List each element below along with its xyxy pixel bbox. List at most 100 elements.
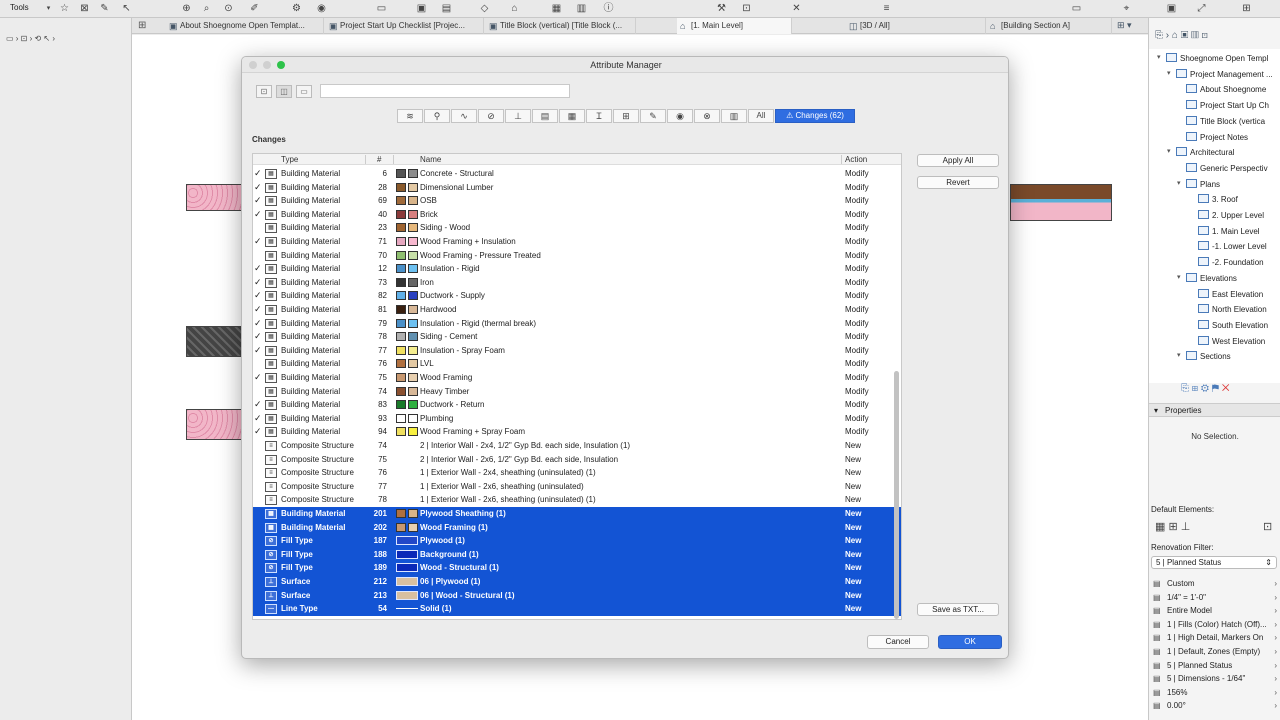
table-row[interactable]: ✓ ▦ Building Material 93 Plumbing Modify xyxy=(253,412,901,426)
view-right-panel-icon[interactable]: ▭ xyxy=(296,85,312,98)
quick-option-row[interactable]: ▤ 1 | Default, Zones (Empty) › xyxy=(1149,645,1280,659)
filter-composite-icon[interactable]: ⊥ xyxy=(505,109,531,123)
measure-icon[interactable]: ⚒ xyxy=(715,2,728,15)
ok-button[interactable]: OK xyxy=(938,635,1002,649)
filter-fill-icon[interactable]: ⊘ xyxy=(478,109,504,123)
cancel-button[interactable]: Cancel xyxy=(867,635,929,649)
tools-menu[interactable]: Tools xyxy=(10,3,29,12)
checkmark-icon[interactable]: ✓ xyxy=(254,167,263,181)
tree-expand-arrow-icon[interactable]: ▾ xyxy=(1177,351,1181,359)
wall-insulated-left[interactable] xyxy=(186,184,242,211)
table-row[interactable]: ▦ Building Material 201 Plywood Sheathing (… xyxy=(253,507,901,521)
filter-markup-icon[interactable]: ✎ xyxy=(640,109,666,123)
navigator-item[interactable]: East Elevation xyxy=(1198,287,1263,302)
delete-icon[interactable]: ✕ xyxy=(1222,383,1230,394)
checkmark-icon[interactable]: ✓ xyxy=(254,181,263,195)
table-row[interactable]: ✓ ▦ Building Material 77 Insulation - Spray … xyxy=(253,344,901,358)
document-icon[interactable]: ▣ xyxy=(415,2,428,15)
table-row[interactable]: ✓ ▦ Building Material 12 Insulation - Rigid M… xyxy=(253,262,901,276)
default-elements-icon[interactable]: ▦ ⊞ ⊥ xyxy=(1155,520,1190,533)
table-row[interactable]: ≡ Composite Structure 76 1 | Exterior Wall … xyxy=(253,466,901,480)
tab-3d-all[interactable]: ◫ [3D / All] xyxy=(846,18,986,34)
navigator-item[interactable]: About Shoegnome xyxy=(1186,82,1266,97)
checkmark-icon[interactable]: ✓ xyxy=(254,371,263,385)
filter-mep-icon[interactable]: ▥ xyxy=(721,109,747,123)
table-row[interactable]: ▦ Building Material 70 Wood Framing - Press… xyxy=(253,249,901,263)
renovation-filter-select[interactable]: 5 | Planned Status ⇕ xyxy=(1151,556,1277,569)
tree-expand-arrow-icon[interactable]: ▾ xyxy=(1177,179,1181,187)
table-row[interactable]: — Line Type 54 Solid (1) New xyxy=(253,602,901,616)
dropdown-arrow-icon[interactable]: ▾ xyxy=(42,2,55,15)
checkmark-icon[interactable]: ✓ xyxy=(254,276,263,290)
quick-option-row[interactable]: ▤ 1 | High Detail, Markers On › xyxy=(1149,631,1280,645)
navigator-item[interactable]: Plans xyxy=(1186,177,1220,192)
wall-insulated-bottom[interactable] xyxy=(186,409,242,440)
tab-project-start-up[interactable]: ▣ Project Start Up Checklist [Projec... xyxy=(326,18,484,34)
table-row[interactable]: ▦ Building Material 202 Wood Framing (1) New xyxy=(253,520,901,535)
magic-wand-icon[interactable]: ⚙ xyxy=(290,2,303,15)
quick-option-row[interactable]: ▤ 5 | Dimensions - 1/64" › xyxy=(1149,672,1280,686)
quick-option-row[interactable]: ▤ 5 | Planned Status › xyxy=(1149,659,1280,673)
layers-icon[interactable]: ▭ xyxy=(375,2,388,15)
navigator-item[interactable]: 3. Roof xyxy=(1198,192,1238,207)
navigator-item[interactable]: 1. Main Level xyxy=(1198,224,1260,239)
properties-header[interactable]: ▾ Properties xyxy=(1149,403,1280,417)
tab-overflow-icon[interactable]: ⊞ ▾ xyxy=(1117,20,1132,31)
checkmark-icon[interactable]: ✓ xyxy=(254,317,263,331)
view-single-panel-icon[interactable]: ⊡ xyxy=(256,85,272,98)
table-row[interactable]: ✓ ▦ Building Material 78 Siding - Cement Modi… xyxy=(253,330,901,344)
checkmark-icon[interactable]: ✓ xyxy=(254,208,263,222)
table-row[interactable]: ▦ Building Material 23 Siding - Wood Modify xyxy=(253,221,901,235)
select-arrow-icon[interactable]: ↖ xyxy=(120,2,133,15)
navigator-item[interactable]: Project Notes xyxy=(1186,130,1248,145)
column-type[interactable]: Type xyxy=(281,154,298,165)
column-action[interactable]: Action xyxy=(845,154,867,165)
checkmark-icon[interactable]: ✓ xyxy=(254,194,263,208)
star-icon[interactable]: ☆ xyxy=(58,2,71,15)
apply-all-button[interactable]: Apply All xyxy=(917,154,999,167)
navigator-item[interactable]: Elevations xyxy=(1186,271,1237,286)
checkmark-icon[interactable]: ✓ xyxy=(254,235,263,249)
checkmark-icon[interactable]: ✓ xyxy=(254,289,263,303)
resize-icon[interactable]: ⤢ xyxy=(1195,2,1208,15)
table-row[interactable]: ✓ ▦ Building Material 75 Wood Framing Modify xyxy=(253,371,901,385)
filter-profile-icon[interactable]: ▤ xyxy=(532,109,558,123)
navigator-item[interactable]: Generic Perspectiv xyxy=(1186,161,1268,176)
frame-icon[interactable]: ▭ xyxy=(1070,2,1083,15)
quick-option-row[interactable]: ▤ 156% › xyxy=(1149,686,1280,700)
filter-all-button[interactable]: All xyxy=(748,109,774,123)
table-row[interactable]: ✓ ▦ Building Material 71 Wood Framing + Insu… xyxy=(253,235,901,249)
table-row[interactable]: ✓ ▦ Building Material 94 Wood Framing + Spra… xyxy=(253,425,901,439)
quick-option-row[interactable]: ▤ Custom › xyxy=(1149,577,1280,591)
checkmark-icon[interactable]: ✓ xyxy=(254,425,263,439)
navigator-item[interactable]: Shoegnome Open Templ xyxy=(1166,51,1268,66)
navigator-item[interactable]: Project Start Up Ch xyxy=(1186,98,1269,113)
settings-icon[interactable]: ⊡ xyxy=(1263,520,1272,533)
filter-changes-button[interactable]: ⚠ Changes (62) xyxy=(775,109,855,123)
table-row[interactable]: ≡ Composite Structure 77 1 | Exterior Wall … xyxy=(253,480,901,494)
filter-layers-icon[interactable]: ≋ xyxy=(397,109,423,123)
checkmark-icon[interactable]: ✓ xyxy=(254,262,263,276)
wall-hatched[interactable] xyxy=(186,326,242,357)
share-icon[interactable]: ⊕ xyxy=(180,2,193,15)
wall-insulated-right[interactable] xyxy=(1010,184,1112,221)
tree-expand-arrow-icon[interactable]: ▾ xyxy=(1167,147,1171,155)
table-row[interactable]: ▦ Building Material 74 Heavy Timber Modify xyxy=(253,385,901,399)
table-row[interactable]: ✓ ▦ Building Material 69 OSB Modify xyxy=(253,194,901,208)
table-scrollbar[interactable] xyxy=(894,371,899,619)
checkmark-icon[interactable]: ✓ xyxy=(254,330,263,344)
table-row[interactable]: ▦ Building Material 76 LVL Modify xyxy=(253,357,901,371)
navigator-item[interactable]: Architectural xyxy=(1176,145,1234,160)
filter-surface-icon[interactable]: ⊞ xyxy=(613,109,639,123)
table-row[interactable]: ⊘ Fill Type 189 Wood - Structural (1) New xyxy=(253,561,901,575)
grid-icon[interactable]: ▦ xyxy=(550,2,563,15)
quick-option-row[interactable]: ▤ Entire Model › xyxy=(1149,604,1280,618)
filter-renovation-icon[interactable]: ⊗ xyxy=(694,109,720,123)
view-split-panel-icon[interactable]: ◫ xyxy=(276,85,292,98)
column-number[interactable]: # xyxy=(377,154,381,165)
tree-expand-arrow-icon[interactable]: ▾ xyxy=(1167,69,1171,77)
table-row[interactable]: ✓ ▦ Building Material 73 Iron Modify xyxy=(253,276,901,290)
tag-icon[interactable]: ⌂ xyxy=(508,2,521,15)
navigator-item[interactable]: South Elevation xyxy=(1198,318,1268,333)
checkmark-icon[interactable]: ✓ xyxy=(254,344,263,358)
